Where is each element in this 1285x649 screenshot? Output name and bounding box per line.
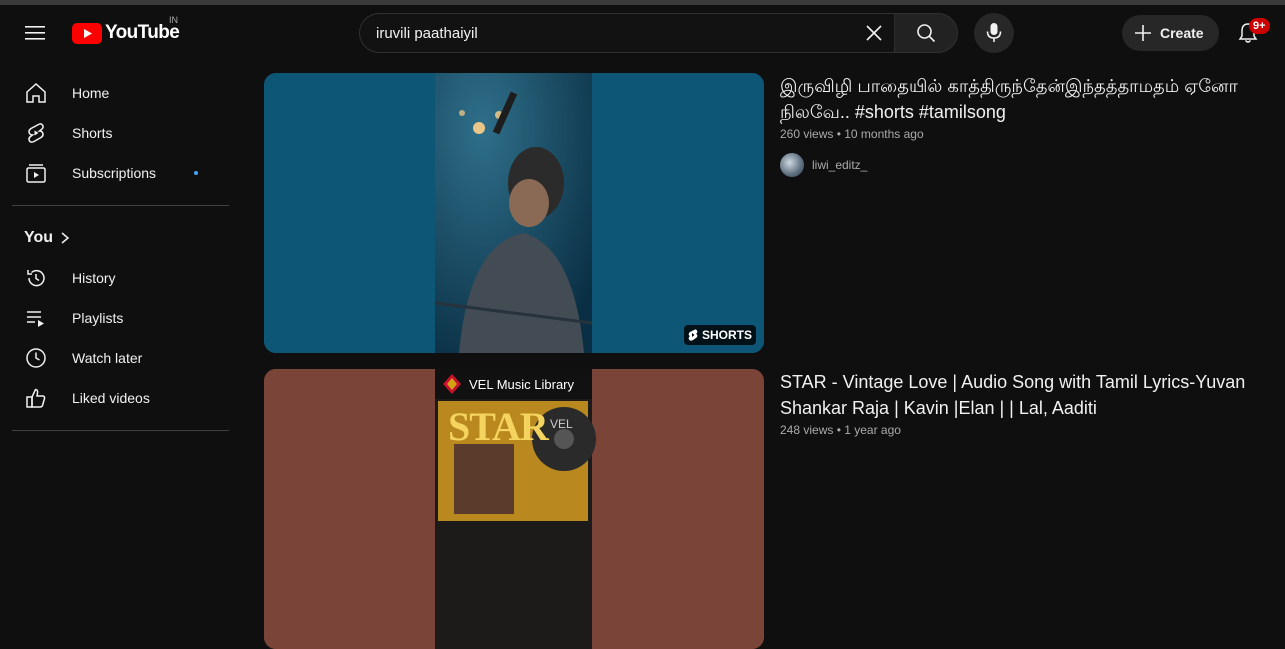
microphone-icon [986,23,1002,42]
guide-menu-button[interactable] [16,13,56,53]
search-icon [917,24,936,43]
youtube-play-icon [72,22,102,44]
sidebar-item-home[interactable]: Home [12,73,228,113]
sidebar-item-label: Home [72,85,110,101]
thumbnail-disc-text: VEL [550,417,573,431]
new-content-dot [194,171,198,175]
sidebar-item-history[interactable]: History [12,258,228,298]
sidebar-you-header[interactable]: You [12,218,228,258]
thumbnail-image [264,73,764,353]
shorts-badge-label: SHORTS [701,328,752,342]
clear-search-button[interactable] [856,15,892,51]
shorts-badge: SHORTS [683,325,756,345]
video-info: STAR - Vintage Love | Audio Song with Ta… [780,369,1260,649]
video-meta: 260 views • 10 months ago [780,127,924,141]
video-title[interactable]: இருவிழி பாதையில் காத்திருந்தேன்இந்தத்தாம… [780,73,1260,125]
video-thumbnail[interactable]: SHORTS [264,73,764,353]
plus-icon [1135,25,1151,41]
you-section-title: You [24,229,54,246]
search-input[interactable] [376,24,856,42]
sidebar-item-label: Shorts [72,125,113,141]
sidebar-item-playlists[interactable]: Playlists [12,298,228,338]
sidebar-item-label: Watch later [72,350,143,366]
hamburger-icon [25,26,45,40]
notification-count-badge: 9+ [1249,18,1270,34]
sidebar-item-liked-videos[interactable]: Liked videos [12,378,228,418]
vel-logo-icon [443,374,461,394]
notifications-button[interactable]: 9+ [1228,13,1270,53]
country-code: IN [169,15,178,25]
create-button[interactable]: Create [1122,15,1219,51]
masthead: YouTube IN Create 9+ [0,5,1285,61]
search-box [359,13,894,53]
video-meta: 248 views • 1 year ago [780,423,901,437]
video-result: VEL Music Library STAR VEL STAR - Vintag… [264,369,1260,649]
sidebar-item-shorts[interactable]: Shorts [12,113,228,153]
shorts-small-icon [688,329,698,341]
video-title[interactable]: STAR - Vintage Love | Audio Song with Ta… [780,369,1260,421]
channel-link[interactable]: liwi_editz_ [780,153,1260,177]
shorts-icon [24,121,48,145]
sidebar-divider [12,430,229,431]
sidebar-item-label: Playlists [72,310,124,326]
video-result: SHORTS இருவிழி பாதையில் காத்திருந்தேன்இந… [264,73,1260,353]
watch-later-icon [24,346,48,370]
chevron-right-icon [59,231,71,245]
close-icon [866,25,882,41]
channel-name[interactable]: liwi_editz_ [812,158,867,172]
subscriptions-icon [24,161,48,185]
search-bar [359,13,958,53]
sidebar-item-subscriptions[interactable]: Subscriptions [12,153,228,193]
logo-text: YouTube [105,22,180,43]
avatar[interactable] [780,153,804,177]
thumbnail-banner: VEL Music Library [435,369,592,399]
home-icon [24,81,48,105]
sidebar-item-label: Liked videos [72,390,150,406]
sidebar-divider [12,205,229,206]
voice-search-button[interactable] [974,13,1014,53]
guide-sidebar: Home Shorts Subscriptions You History Pl… [0,61,240,452]
thumbnail-banner-text: VEL Music Library [469,376,574,392]
thumbnail-title-art: STAR [448,404,549,449]
playlists-icon [24,306,48,330]
sidebar-item-watch-later[interactable]: Watch later [12,338,228,378]
liked-videos-icon [24,386,48,410]
search-button[interactable] [894,13,958,53]
sidebar-item-label: Subscriptions [72,165,157,181]
history-icon [24,266,48,290]
youtube-logo[interactable]: YouTube IN [72,15,180,44]
create-label: Create [1160,25,1204,41]
sidebar-item-label: History [72,270,116,286]
video-thumbnail[interactable]: VEL Music Library STAR VEL [264,369,764,649]
video-info: இருவிழி பாதையில் காத்திருந்தேன்இந்தத்தாம… [780,73,1260,353]
